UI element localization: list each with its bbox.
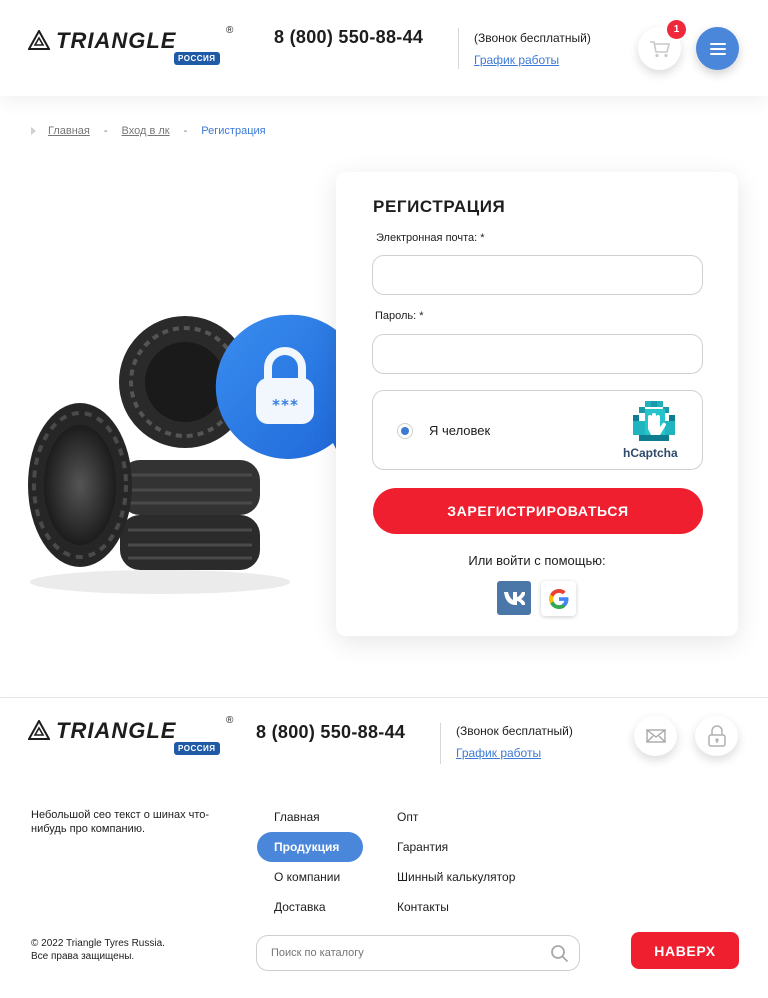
captcha-checkbox[interactable] <box>397 423 413 439</box>
schedule-link[interactable]: График работы <box>474 53 559 67</box>
footer-nav-about[interactable]: О компании <box>274 869 340 885</box>
footer-top: TRIANGLE ® РОССИЯ 8 (800) 550-88-44 (Зво… <box>0 697 768 787</box>
menu-button[interactable] <box>696 27 739 70</box>
footer-nav-tire-calculator[interactable]: Шинный калькулятор <box>397 869 515 885</box>
footer-nav-home[interactable]: Главная <box>274 809 320 825</box>
footer-nav-wholesale[interactable]: Опт <box>397 809 418 825</box>
captcha-check-dot <box>401 427 409 435</box>
logo-registered-mark: ® <box>226 25 234 36</box>
footer-free-call-note: (Звонок бесплатный) <box>456 724 573 738</box>
lock-icon <box>707 725 726 747</box>
google-icon <box>548 588 568 609</box>
cart-icon <box>649 40 670 57</box>
account-lock-button[interactable] <box>695 716 738 756</box>
email-label: Электронная почта: * <box>376 232 485 244</box>
header-divider <box>458 28 459 69</box>
breadcrumb: Главная - Вход в лк - Регистрация <box>31 125 266 137</box>
register-button[interactable]: ЗАРЕГИСТРИРОВАТЬСЯ <box>373 488 703 534</box>
site-header: TRIANGLE ® РОССИЯ 8 (800) 550-88-44 (Зво… <box>0 0 768 96</box>
copyright: © 2022 Triangle Tyres Russia. Все права … <box>31 937 165 963</box>
footer-nav-warranty[interactable]: Гарантия <box>397 839 448 855</box>
breadcrumb-current: Регистрация <box>201 125 266 137</box>
breadcrumb-home[interactable]: Главная <box>48 125 90 137</box>
breadcrumb-arrow-icon <box>31 127 36 135</box>
free-call-note: (Звонок бесплатный) <box>474 31 591 45</box>
catalog-search-input[interactable] <box>256 935 580 971</box>
footer-nav-contacts[interactable]: Контакты <box>397 899 449 915</box>
form-title: РЕГИСТРАЦИЯ <box>373 197 506 216</box>
footer-divider <box>440 723 441 764</box>
hcaptcha-widget: Я человек hCaptcha <box>372 390 703 470</box>
copyright-line: © 2022 Triangle Tyres Russia. <box>31 938 165 949</box>
mail-button[interactable] <box>634 716 677 756</box>
svg-text:***: *** <box>271 396 298 414</box>
rights-line: Все права защищены. <box>31 951 135 962</box>
logo-region-badge: РОССИЯ <box>174 742 220 755</box>
registration-card: РЕГИСТРАЦИЯ Электронная почта: * Пароль:… <box>336 172 738 636</box>
vk-login-button[interactable] <box>497 581 531 615</box>
logo-region-badge: РОССИЯ <box>174 52 220 65</box>
password-label: Пароль: * <box>375 310 424 322</box>
triangle-logo[interactable]: TRIANGLE ® РОССИЯ <box>28 25 238 67</box>
footer-nav-products[interactable]: Продукция <box>257 832 363 862</box>
footer-nav-delivery[interactable]: Доставка <box>274 899 326 915</box>
logo-registered-mark: ® <box>226 715 234 726</box>
social-login-title: Или войти с помощью: <box>468 553 606 568</box>
footer-bottom: Небольшой сео текст о шинах что-нибудь п… <box>0 787 768 998</box>
google-login-button[interactable] <box>541 581 576 616</box>
tires-lock-illustration: *** <box>28 314 360 594</box>
footer-phone[interactable]: 8 (800) 550-88-44 <box>256 722 405 743</box>
breadcrumb-login[interactable]: Вход в лк <box>122 125 170 137</box>
captcha-label: Я человек <box>429 423 491 438</box>
seo-text: Небольшой сео текст о шинах что-нибудь п… <box>31 809 210 835</box>
triangle-logo-mark-icon <box>28 720 50 740</box>
search-icon[interactable] <box>550 944 569 963</box>
front-tire <box>28 403 132 567</box>
mail-icon <box>645 729 666 743</box>
scroll-to-top-button[interactable]: НАВЕРХ <box>631 932 739 969</box>
email-field[interactable] <box>372 255 703 295</box>
footer-schedule-link[interactable]: График работы <box>456 746 541 760</box>
vk-icon <box>504 592 525 605</box>
hcaptcha-brand: hCaptcha <box>623 446 678 460</box>
logo-wordmark: TRIANGLE <box>56 28 177 53</box>
header-phone[interactable]: 8 (800) 550-88-44 <box>274 27 423 48</box>
breadcrumb-separator: - <box>183 125 188 137</box>
breadcrumb-separator: - <box>103 125 108 137</box>
triangle-logo-mark-icon <box>28 30 50 50</box>
logo-wordmark: TRIANGLE <box>56 718 177 743</box>
cart-count-badge: 1 <box>667 20 686 39</box>
footer-logo[interactable]: TRIANGLE ® РОССИЯ <box>28 715 238 757</box>
hamburger-menu-icon <box>709 42 726 55</box>
password-field[interactable] <box>372 334 703 374</box>
